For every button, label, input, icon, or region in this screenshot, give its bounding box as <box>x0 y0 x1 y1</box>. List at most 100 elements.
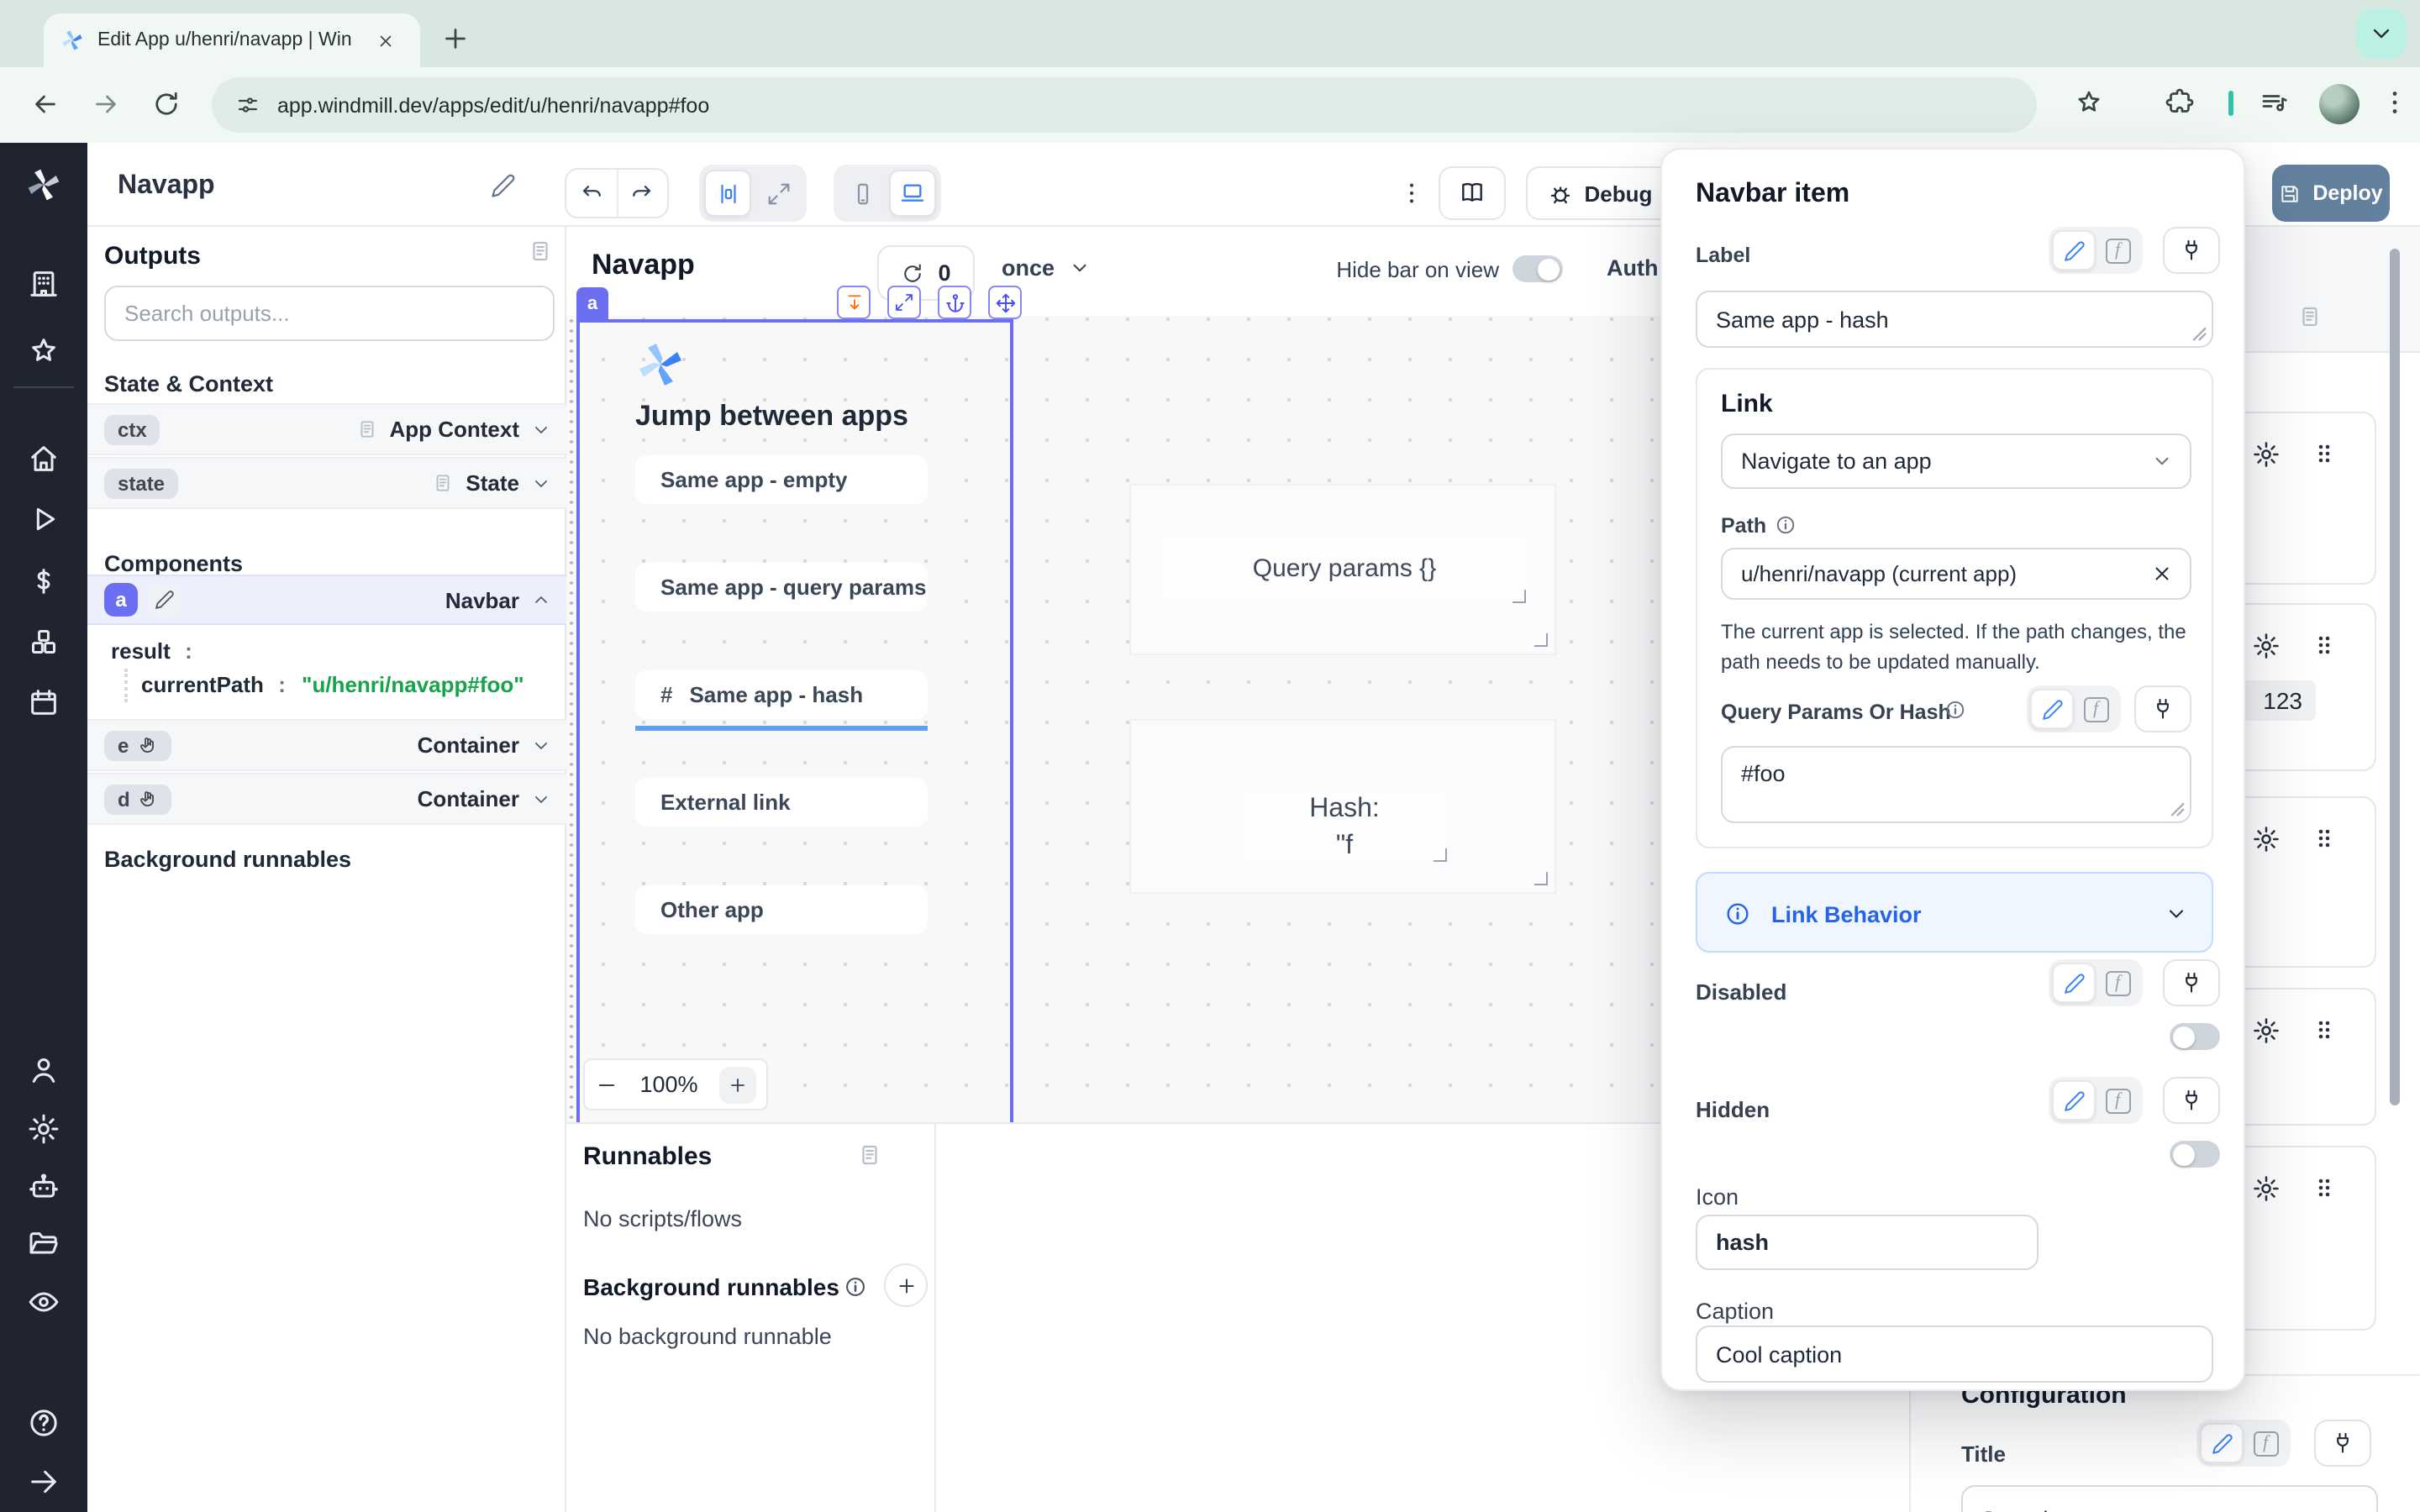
navbar-component-row[interactable]: a Navbar <box>87 575 566 625</box>
fx-mode[interactable]: f <box>2074 689 2118 729</box>
more-options-kebab-icon[interactable] <box>1398 180 1425 207</box>
settings-gear-icon[interactable] <box>27 1112 60 1146</box>
component-id-badge[interactable]: a <box>576 287 608 319</box>
static-pencil-mode[interactable] <box>2200 1423 2244 1463</box>
title-input-mode-toggle[interactable]: f <box>2196 1420 2291 1467</box>
hidden-input-mode-toggle[interactable]: f <box>2049 1077 2143 1124</box>
users-icon[interactable] <box>27 1053 60 1087</box>
icon-field-input[interactable]: hash <box>1696 1215 2039 1270</box>
query-params-container[interactable]: Query params {} <box>1129 484 1556 655</box>
nav-item-external-link[interactable]: External link <box>635 778 928 827</box>
reload-icon[interactable] <box>151 89 182 119</box>
query-connect-button[interactable] <box>2134 685 2191 732</box>
caption-field-input[interactable]: Cool caption <box>1696 1326 2213 1383</box>
chevron-down-icon[interactable] <box>531 419 551 439</box>
back-icon[interactable] <box>30 89 60 119</box>
inspector-doc-icon[interactable] <box>2297 304 2323 329</box>
resize-corner[interactable] <box>1512 590 1526 603</box>
static-pencil-mode[interactable] <box>2052 1080 2096 1121</box>
card-settings-gear-icon[interactable] <box>2252 1174 2281 1203</box>
home-icon[interactable] <box>27 442 60 475</box>
forward-icon[interactable] <box>91 89 121 119</box>
static-pencil-mode[interactable] <box>2030 689 2074 729</box>
hide-bar-toggle[interactable] <box>1512 255 1563 282</box>
chevron-up-icon[interactable] <box>531 590 551 610</box>
variables-dollar-icon[interactable] <box>27 564 60 598</box>
title-field-input[interactable]: Jump between apps <box>1961 1485 2378 1512</box>
card-settings-gear-icon[interactable] <box>2252 632 2281 660</box>
audit-eye-icon[interactable] <box>27 1285 60 1319</box>
browser-menu-kebab-icon[interactable] <box>2380 87 2410 118</box>
collapse-arrow-icon[interactable] <box>27 1465 60 1499</box>
textarea-resize-icon[interactable] <box>2190 324 2207 341</box>
clear-x-icon[interactable] <box>2151 563 2173 585</box>
chevron-down-icon[interactable] <box>531 789 551 809</box>
tab-close-icon[interactable] <box>376 31 395 50</box>
nav-item-same-app-empty[interactable]: Same app - empty <box>635 455 928 504</box>
ctx-row[interactable]: ctx App Context <box>87 403 566 455</box>
query-params-text-block[interactable]: Query params {} <box>1163 533 1526 603</box>
card-drag-grip-icon[interactable] <box>2311 1016 2338 1043</box>
outputs-doc-icon[interactable] <box>528 239 553 264</box>
path-input[interactable]: u/henri/navapp (current app) <box>1721 548 2191 600</box>
card-drag-grip-icon[interactable] <box>2311 440 2338 467</box>
site-settings-icon[interactable] <box>235 92 260 118</box>
hidden-toggle[interactable] <box>2170 1141 2220 1168</box>
rename-pencil-icon[interactable] <box>491 173 516 198</box>
chevron-down-icon[interactable] <box>531 473 551 493</box>
help-icon[interactable] <box>27 1406 60 1440</box>
add-background-runnable-button[interactable] <box>884 1263 928 1307</box>
nav-item-other-app[interactable]: Other app <box>635 885 928 934</box>
fx-mode[interactable]: f <box>2244 1423 2287 1463</box>
debug-button[interactable]: Debug <box>1526 166 1674 220</box>
nav-item-same-app-hash[interactable]: # Same app - hash <box>635 670 928 719</box>
expand-down-handle[interactable] <box>837 286 871 319</box>
schedules-calendar-icon[interactable] <box>27 685 60 719</box>
runs-play-icon[interactable] <box>27 502 60 536</box>
anchor-handle[interactable] <box>938 286 971 319</box>
profile-avatar[interactable] <box>2319 84 2360 124</box>
desktop-preview-button[interactable] <box>889 170 936 217</box>
query-input-mode-toggle[interactable]: f <box>2027 685 2121 732</box>
link-type-select[interactable]: Navigate to an app <box>1721 433 2191 489</box>
resize-corner[interactable] <box>1534 872 1548 885</box>
card-settings-gear-icon[interactable] <box>2252 1016 2281 1045</box>
bookmark-star-icon[interactable] <box>2074 87 2104 118</box>
textarea-resize-icon[interactable] <box>2168 800 2185 816</box>
card-settings-gear-icon[interactable] <box>2252 440 2281 469</box>
card-drag-grip-icon[interactable] <box>2311 1174 2338 1201</box>
workers-robot-icon[interactable] <box>27 1171 60 1205</box>
title-connect-button[interactable] <box>2314 1420 2371 1467</box>
fullscreen-handle[interactable] <box>887 286 921 319</box>
undo-button[interactable] <box>569 170 616 217</box>
card-drag-grip-icon[interactable] <box>2311 632 2338 659</box>
fx-mode[interactable]: f <box>2096 1080 2139 1121</box>
docs-button[interactable] <box>1439 166 1506 220</box>
card-settings-gear-icon[interactable] <box>2252 825 2281 853</box>
hash-container[interactable]: Hash: "f <box>1129 719 1556 894</box>
new-tab-icon[interactable] <box>440 24 471 54</box>
container-e-row[interactable]: e Container <box>87 719 566 771</box>
centered-layout-button[interactable] <box>704 170 751 217</box>
inspector-scrollbar-thumb[interactable] <box>2390 249 2400 1105</box>
label-connect-button[interactable] <box>2163 227 2220 274</box>
component-left-resize-strip[interactable] <box>566 316 576 1122</box>
hidden-connect-button[interactable] <box>2163 1077 2220 1124</box>
static-pencil-mode[interactable] <box>2052 963 2096 1003</box>
disabled-connect-button[interactable] <box>2163 959 2220 1006</box>
windmill-logo-block[interactable] <box>0 143 87 227</box>
fullwidth-layout-button[interactable] <box>755 170 802 217</box>
tab-search-chevron-button[interactable] <box>2356 8 2407 59</box>
search-outputs-input[interactable] <box>104 286 555 341</box>
media-playlist-icon[interactable] <box>2259 87 2289 118</box>
extensions-puzzle-icon[interactable] <box>2165 87 2195 118</box>
resize-corner[interactable] <box>1534 633 1548 647</box>
fx-mode[interactable]: f <box>2096 963 2139 1003</box>
fx-mode[interactable]: f <box>2096 230 2139 270</box>
mobile-preview-button[interactable] <box>839 170 886 217</box>
workspace-building-icon[interactable] <box>27 267 60 301</box>
nav-item-query-params[interactable]: Same app - query params <box>635 563 928 612</box>
move-handle[interactable] <box>988 286 1022 319</box>
disabled-input-mode-toggle[interactable]: f <box>2049 959 2143 1006</box>
card-drag-grip-icon[interactable] <box>2311 825 2338 852</box>
